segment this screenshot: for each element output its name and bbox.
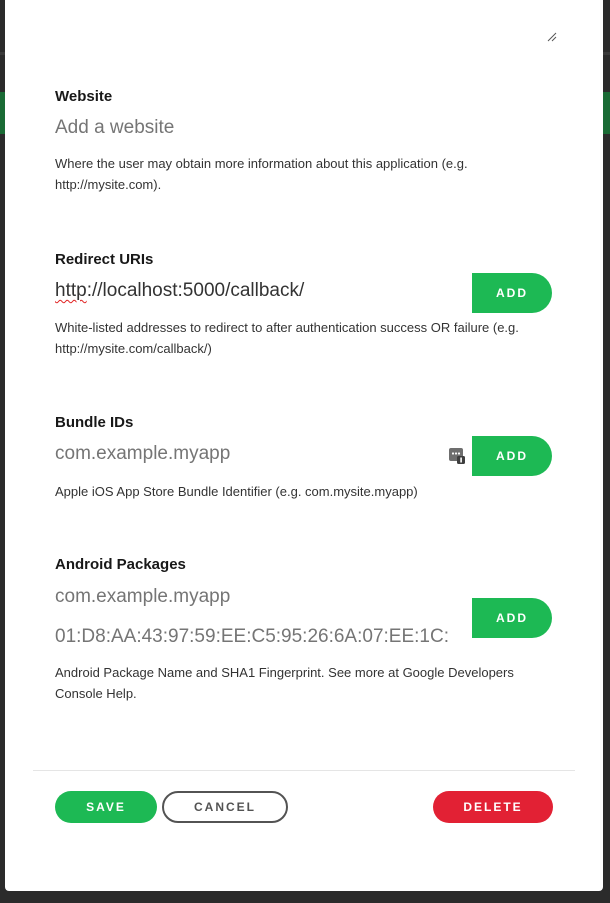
website-label: Website [55, 88, 113, 105]
resize-grip-icon[interactable] [547, 32, 557, 42]
add-android-package-button[interactable]: ADD [472, 598, 552, 638]
redirect-uris-help: White-listed addresses to redirect to af… [55, 320, 519, 356]
add-redirect-uri-button[interactable]: ADD [472, 273, 552, 313]
edit-settings-dialog: Website Where the user may obtain more i… [5, 0, 603, 891]
android-packages-help: Android Package Name and SHA1 Fingerprin… [55, 665, 514, 701]
website-help: Where the user may obtain more informati… [55, 156, 468, 192]
password-manager-icon[interactable] [448, 447, 466, 465]
redirect-uri-rest: ://localhost:5000/callback/ [86, 280, 305, 301]
redirect-uri-input[interactable]: http://localhost:5000/callback/ [55, 280, 465, 302]
redirect-uris-label: Redirect URIs [55, 251, 154, 268]
add-bundle-id-button[interactable]: ADD [472, 436, 552, 476]
footer-divider [33, 770, 575, 771]
bundle-ids-help: Apple iOS App Store Bundle Identifier (e… [55, 484, 418, 499]
bundle-ids-label: Bundle IDs [55, 414, 134, 431]
android-package-input[interactable] [55, 586, 455, 608]
delete-button[interactable]: DELETE [433, 791, 553, 823]
website-input[interactable] [55, 117, 545, 139]
redirect-uri-scheme: http [55, 280, 87, 301]
save-button[interactable]: SAVE [55, 791, 157, 823]
bundle-id-input[interactable] [55, 443, 435, 465]
android-fingerprint-input[interactable] [55, 626, 463, 648]
android-packages-label: Android Packages [55, 556, 186, 573]
cancel-button[interactable]: CANCEL [162, 791, 288, 823]
